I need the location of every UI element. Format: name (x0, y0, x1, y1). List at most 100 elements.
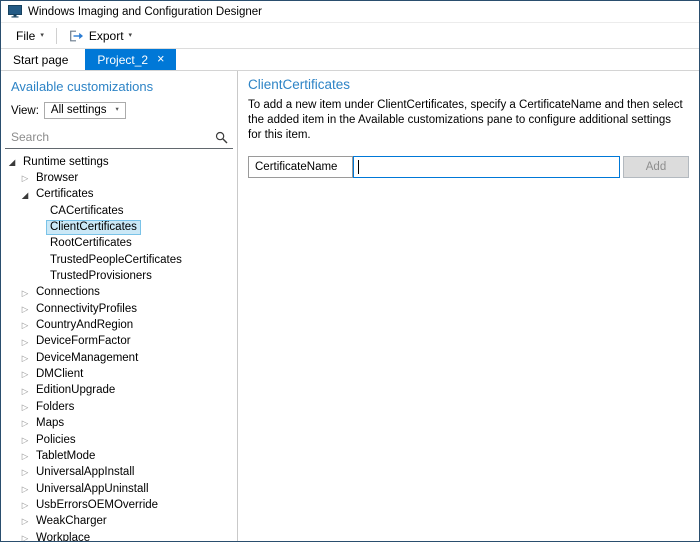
search-icon[interactable] (215, 131, 228, 144)
tree-item-label: EditionUpgrade (32, 383, 119, 398)
collapsed-arrow-icon[interactable]: ▷ (20, 403, 30, 412)
tree-item-connections[interactable]: ▷Connections (1, 285, 237, 301)
page-title: ClientCertificates (248, 77, 689, 92)
tree-item-trustedprovisioners[interactable]: TrustedProvisioners (1, 268, 237, 284)
menu-bar: File ▾ Export ▾ (1, 23, 699, 49)
tree-item-weakcharger[interactable]: ▷WeakCharger (1, 514, 237, 530)
tree-item-folders[interactable]: ▷Folders (1, 399, 237, 415)
app-icon (8, 5, 22, 18)
collapsed-arrow-icon[interactable]: ▷ (20, 387, 30, 396)
tree-item-rootcertificates[interactable]: RootCertificates (1, 236, 237, 252)
file-menu-label: File (16, 29, 35, 43)
collapsed-arrow-icon[interactable]: ▷ (20, 468, 30, 477)
tree-item-runtime-settings[interactable]: ◢Runtime settings (1, 154, 237, 170)
export-icon (69, 30, 84, 42)
view-label: View: (11, 105, 39, 117)
tree-item-label: DeviceFormFactor (32, 334, 135, 349)
tree-item-cacertificates[interactable]: CACertificates (1, 203, 237, 219)
title-bar: Windows Imaging and Configuration Design… (1, 1, 699, 23)
tree-item-countryandregion[interactable]: ▷CountryAndRegion (1, 317, 237, 333)
search-box (5, 128, 233, 149)
tree-item-label: CACertificates (46, 204, 128, 219)
tree-item-label: UniversalAppUninstall (32, 482, 153, 497)
tab-project-2[interactable]: Project_2 × (85, 49, 176, 70)
tree-item-label: Certificates (32, 187, 98, 202)
tree-item-workplace[interactable]: ▷Workplace (1, 530, 237, 541)
tree-item-label: Policies (32, 433, 80, 448)
tree-item-label: TabletMode (32, 449, 99, 464)
view-filter-value: All settings (51, 104, 107, 116)
tree-item-policies[interactable]: ▷Policies (1, 432, 237, 448)
certificate-name-label: CertificateName (248, 156, 353, 178)
expanded-arrow-icon[interactable]: ◢ (7, 158, 17, 167)
tree-item-universalappuninstall[interactable]: ▷UniversalAppUninstall (1, 481, 237, 497)
view-filter-dropdown[interactable]: All settings ▾ (44, 102, 126, 119)
search-input[interactable] (7, 129, 215, 145)
add-button[interactable]: Add (623, 156, 689, 178)
tree-item-label: TrustedProvisioners (46, 269, 156, 284)
export-menu[interactable]: Export ▾ (62, 26, 139, 46)
chevron-down-icon: ▾ (116, 107, 119, 114)
collapsed-arrow-icon[interactable]: ▷ (20, 289, 30, 298)
collapsed-arrow-icon[interactable]: ▷ (20, 370, 30, 379)
tree-item-label: WeakCharger (32, 514, 111, 529)
page-description: To add a new item under ClientCertificat… (248, 98, 687, 144)
tab-bar: Start page Project_2 × (1, 49, 699, 71)
collapsed-arrow-icon[interactable]: ▷ (20, 501, 30, 510)
available-customizations-pane: Available customizations View: All setti… (1, 71, 238, 541)
certificate-name-field (353, 156, 620, 178)
collapsed-arrow-icon[interactable]: ▷ (20, 174, 30, 183)
tab-label: Project_2 (97, 53, 148, 67)
tree-item-browser[interactable]: ▷Browser (1, 170, 237, 186)
tree-item-maps[interactable]: ▷Maps (1, 416, 237, 432)
chevron-down-icon: ▾ (40, 32, 44, 39)
close-icon[interactable]: × (157, 53, 164, 66)
add-certificate-row: CertificateName Add (248, 156, 689, 178)
customizations-tree: ◢Runtime settings▷Browser◢CertificatesCA… (1, 154, 237, 541)
collapsed-arrow-icon[interactable]: ▷ (20, 305, 30, 314)
tree-item-label: UniversalAppInstall (32, 465, 138, 480)
tree-item-label: CountryAndRegion (32, 318, 137, 333)
tree-item-label: ConnectivityProfiles (32, 302, 141, 317)
tree-item-universalappinstall[interactable]: ▷UniversalAppInstall (1, 465, 237, 481)
tree-item-label: Workplace (32, 531, 94, 541)
tree-item-label: Maps (32, 416, 68, 431)
collapsed-arrow-icon[interactable]: ▷ (20, 354, 30, 363)
tree-item-connectivityprofiles[interactable]: ▷ConnectivityProfiles (1, 301, 237, 317)
window-title: Windows Imaging and Configuration Design… (28, 6, 262, 18)
tree-item-label: Runtime settings (19, 155, 113, 170)
tree-item-certificates[interactable]: ◢Certificates (1, 187, 237, 203)
collapsed-arrow-icon[interactable]: ▷ (20, 517, 30, 526)
tab-start-page[interactable]: Start page (1, 49, 80, 70)
tree-item-label: Folders (32, 400, 78, 415)
certificate-name-input[interactable] (354, 160, 619, 174)
collapsed-arrow-icon[interactable]: ▷ (20, 338, 30, 347)
file-menu[interactable]: File ▾ (9, 26, 51, 46)
collapsed-arrow-icon[interactable]: ▷ (20, 485, 30, 494)
tree-item-dmclient[interactable]: ▷DMClient (1, 366, 237, 382)
chevron-down-icon: ▾ (129, 32, 133, 39)
expanded-arrow-icon[interactable]: ◢ (20, 191, 30, 200)
app-window: Windows Imaging and Configuration Design… (0, 0, 700, 542)
tree-item-label: Browser (32, 171, 82, 186)
collapsed-arrow-icon[interactable]: ▷ (20, 452, 30, 461)
tree-item-trustedpeoplecertificates[interactable]: TrustedPeopleCertificates (1, 252, 237, 268)
collapsed-arrow-icon[interactable]: ▷ (20, 321, 30, 330)
tree-item-deviceformfactor[interactable]: ▷DeviceFormFactor (1, 334, 237, 350)
content-area: Available customizations View: All setti… (1, 71, 699, 541)
tree-item-label: RootCertificates (46, 236, 136, 251)
settings-pane: ClientCertificates To add a new item und… (238, 71, 699, 541)
tree-item-editionupgrade[interactable]: ▷EditionUpgrade (1, 383, 237, 399)
export-menu-label: Export (89, 29, 124, 43)
tree-item-usberrorsoemoverride[interactable]: ▷UsbErrorsOEMOverride (1, 497, 237, 513)
collapsed-arrow-icon[interactable]: ▷ (20, 436, 30, 445)
collapsed-arrow-icon[interactable]: ▷ (20, 534, 30, 541)
collapsed-arrow-icon[interactable]: ▷ (20, 419, 30, 428)
tree-item-clientcertificates[interactable]: ClientCertificates (1, 219, 237, 235)
tree-item-label: DMClient (32, 367, 87, 382)
tree-item-tabletmode[interactable]: ▷TabletMode (1, 448, 237, 464)
tab-label: Start page (13, 53, 68, 67)
tree-item-devicemanagement[interactable]: ▷DeviceManagement (1, 350, 237, 366)
tree-item-label: ClientCertificates (46, 220, 141, 235)
tree-item-label: DeviceManagement (32, 351, 142, 366)
